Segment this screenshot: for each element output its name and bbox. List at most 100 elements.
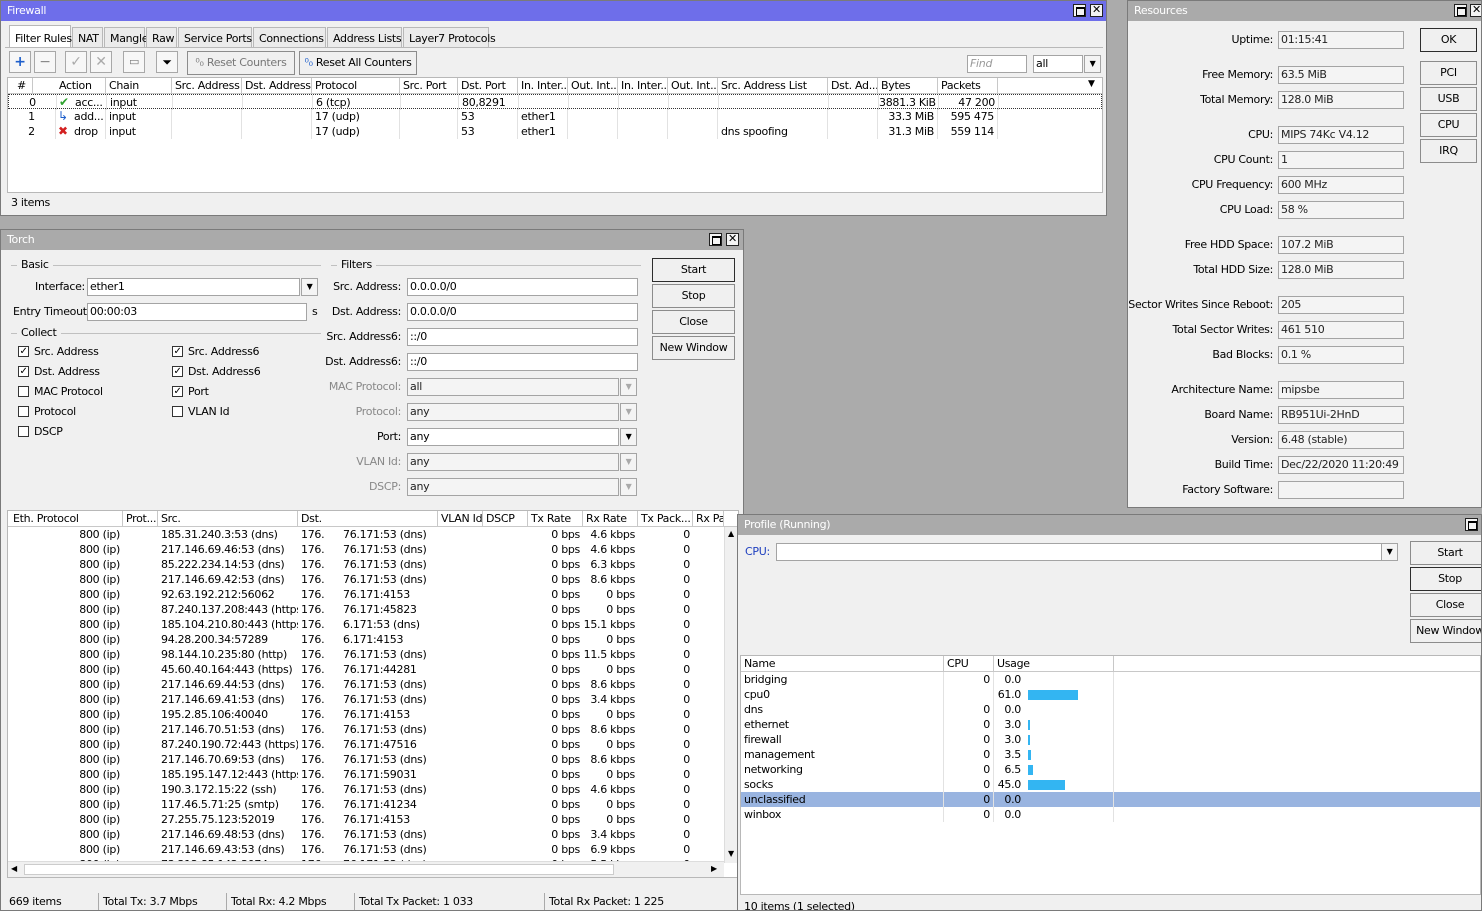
table-row[interactable]: 0 acc... ✔ input 6 (tcp) 80,8291 3881.3 KiB 47 … <box>8 94 1102 110</box>
collect-dst-address6-checkbox[interactable]: ✓ <box>172 366 183 377</box>
table-row[interactable]: 800 (ip) 217.146.70.69:53 (dns) 176. 76.171… <box>8 752 724 767</box>
ok-button[interactable]: OK <box>1420 28 1477 52</box>
column-header[interactable]: Dst. Ad... <box>828 78 878 94</box>
comment-icon[interactable]: ▭ <box>123 51 145 73</box>
table-row[interactable]: 800 (ip) 94.28.200.34:57289 176. 6.171:4153… <box>8 632 724 647</box>
remove-icon[interactable]: − <box>34 51 56 73</box>
collect-protocol-checkbox[interactable] <box>18 406 29 417</box>
column-header[interactable]: VLAN Id <box>438 511 483 527</box>
column-header[interactable]: Dst. Port <box>458 78 518 94</box>
start-button[interactable]: Start <box>1410 541 1481 565</box>
interface-select[interactable]: ether1 <box>87 278 300 296</box>
reset-counters-button[interactable]: ⁰₀ Reset Counters <box>187 51 295 75</box>
column-header[interactable]: Usage <box>994 656 1114 672</box>
table-row[interactable]: 800 (ip) 117.46.5.71:25 (smtp) 176. 76.171:… <box>8 797 724 812</box>
filter-src-address-input[interactable]: 0.0.0.0/0 <box>407 278 638 296</box>
column-header[interactable]: Protocol <box>312 78 400 94</box>
entry-timeout-input[interactable]: 00:00:03 <box>87 303 307 321</box>
table-row[interactable]: 800 (ip) 92.63.192.212:56062 176. 76.171:41… <box>8 587 724 602</box>
column-header[interactable]: Prot... <box>123 511 158 527</box>
column-header[interactable]: Rx Pa <box>693 511 724 527</box>
table-row[interactable]: 800 (ip) 185.104.210.80:443 (https) 176. 6.… <box>8 617 724 632</box>
table-row[interactable]: unclassified 0 0.0 <box>741 792 1480 807</box>
stop-button[interactable]: Stop <box>1410 567 1481 591</box>
scroll-thumb[interactable] <box>24 864 614 875</box>
collect-port-checkbox[interactable]: ✓ <box>172 386 183 397</box>
pci-button[interactable]: PCI <box>1420 61 1477 85</box>
collect-src-address-checkbox[interactable]: ✓ <box>18 346 29 357</box>
close-button[interactable]: Close <box>1410 593 1481 617</box>
column-header[interactable]: Tx Pack... <box>638 511 693 527</box>
column-header[interactable]: Rx Rate <box>583 511 638 527</box>
table-row[interactable]: 800 (ip) 85.222.234.14:53 (dns) 176. 76.171… <box>8 557 724 572</box>
column-dropdown-icon[interactable]: ▼ <box>1088 79 1095 89</box>
column-header[interactable]: Packets <box>938 78 998 94</box>
scroll-down-icon[interactable]: ▼ <box>728 849 734 858</box>
close-button[interactable]: ✕ <box>1090 4 1103 17</box>
filter-src-address6-input[interactable]: ::/0 <box>407 328 638 346</box>
table-row[interactable]: 800 (ip) 185.195.147.12:443 (https) 176. 76… <box>8 767 724 782</box>
column-header[interactable]: Action <box>56 78 106 94</box>
filter-select[interactable]: all <box>1033 55 1083 73</box>
column-header[interactable]: Dst. Address <box>242 78 312 94</box>
column-header[interactable]: Src. Address List <box>718 78 828 94</box>
filter-port-dropdown-icon[interactable]: ▼ <box>620 428 637 446</box>
column-header[interactable]: Eth. Protocol <box>8 511 123 527</box>
table-row[interactable]: dns 0 0.0 <box>741 702 1480 717</box>
table-row[interactable]: 800 (ip) 98.144.10.235:80 (http) 176. 76.17… <box>8 647 724 662</box>
table-row[interactable]: 800 (ip) 217.146.70.51:53 (dns) 176. 76.171… <box>8 722 724 737</box>
filter-dst-address-input[interactable]: 0.0.0.0/0 <box>407 303 638 321</box>
column-header[interactable]: # <box>8 78 33 94</box>
column-header[interactable]: In. Inter... <box>518 78 568 94</box>
close-button[interactable]: ✕ <box>726 233 739 246</box>
table-row[interactable]: bridging 0 0.0 <box>741 672 1480 687</box>
table-row[interactable]: 800 (ip) 217.146.69.48:53 (dns) 176. 76.171… <box>8 827 724 842</box>
filter-dropdown-icon[interactable]: ▼ <box>1084 55 1101 73</box>
tab-address-lists[interactable]: Address Lists <box>327 27 402 48</box>
table-row[interactable]: cpu0 61.0 <box>741 687 1480 702</box>
column-header[interactable]: Dst. <box>298 511 438 527</box>
maximize-button[interactable] <box>709 233 722 246</box>
reset-all-counters-button[interactable]: ⁰₀ Reset All Counters <box>299 51 417 75</box>
cpu-select[interactable] <box>776 543 1382 561</box>
table-row[interactable]: winbox 0 0.0 <box>741 807 1480 822</box>
collect-dst-address-checkbox[interactable]: ✓ <box>18 366 29 377</box>
close-button[interactable]: ✕ <box>1470 4 1481 17</box>
column-header[interactable]: Src. <box>158 511 298 527</box>
table-row[interactable]: networking 0 6.5 <box>741 762 1480 777</box>
table-row[interactable]: 800 (ip) 217.146.69.41:53 (dns) 176. 76.171… <box>8 692 724 707</box>
column-header[interactable]: Src. Port <box>400 78 458 94</box>
tab-nat[interactable]: NAT <box>72 27 103 48</box>
enable-icon[interactable]: ✓ <box>65 51 87 73</box>
table-row[interactable]: 800 (ip) 185.31.240.3:53 (dns) 176. 76.171:… <box>8 527 724 542</box>
filter-port-input[interactable]: any <box>407 428 619 446</box>
table-row[interactable]: 800 (ip) 217.146.69.46:53 (dns) 176. 76.171… <box>8 542 724 557</box>
collect-vlan-id-checkbox[interactable] <box>172 406 183 417</box>
table-row[interactable]: firewall 0 3.0 <box>741 732 1480 747</box>
table-row[interactable]: 800 (ip) 190.3.172.15:22 (ssh) 176. 76.171:… <box>8 782 724 797</box>
collect-dscp-checkbox[interactable] <box>18 426 29 437</box>
usb-button[interactable]: USB <box>1420 87 1477 111</box>
table-row[interactable]: 1 add... ↳ input 17 (udp) 53 ether1 33.3 MiB 595… <box>8 109 1102 124</box>
column-header[interactable]: Out. Int... <box>568 78 618 94</box>
maximize-button[interactable] <box>1454 4 1467 17</box>
table-row[interactable]: 800 (ip) 217.146.69.42:53 (dns) 176. 76.171… <box>8 572 724 587</box>
table-row[interactable]: ethernet 0 3.0 <box>741 717 1480 732</box>
close-button[interactable]: Close <box>652 310 735 334</box>
cpu-dropdown-icon[interactable]: ▼ <box>1381 543 1398 561</box>
maximize-button[interactable] <box>1073 4 1086 17</box>
stop-button[interactable]: Stop <box>652 284 735 308</box>
collect-mac-protocol-checkbox[interactable] <box>18 386 29 397</box>
column-header[interactable]: Src. Address <box>172 78 242 94</box>
irq-button[interactable]: IRQ <box>1420 139 1477 163</box>
filter-icon[interactable]: ⏷ <box>156 51 178 73</box>
column-header[interactable]: DSCP <box>483 511 528 527</box>
tab-connections[interactable]: Connections <box>253 27 326 48</box>
column-header[interactable]: Out. Int... <box>668 78 718 94</box>
maximize-button[interactable] <box>1465 518 1478 531</box>
table-row[interactable]: 800 (ip) 87.240.137.208:443 (https) 176. 76… <box>8 602 724 617</box>
find-input[interactable]: Find <box>967 55 1027 73</box>
table-row[interactable]: socks 0 45.0 <box>741 777 1480 792</box>
disable-icon[interactable]: ✕ <box>90 51 112 73</box>
column-header[interactable]: Tx Rate <box>528 511 583 527</box>
